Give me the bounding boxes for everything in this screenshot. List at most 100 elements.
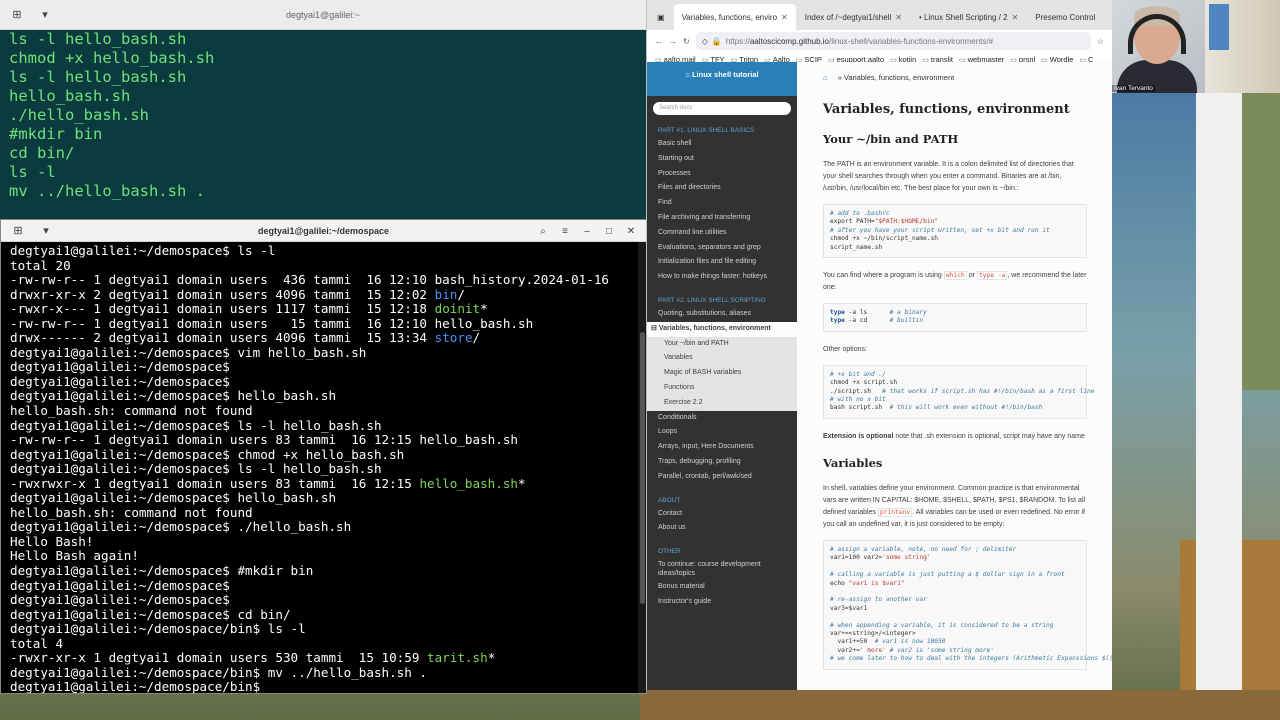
browser-window[interactable]: ▣ Variables, functions, enviro ✕ Index of… (646, 0, 1112, 690)
new-tab-icon[interactable]: ⊞ (7, 222, 29, 240)
url-field[interactable]: ◇ 🔒 https://aaltoscicomp.github.io/linux… (695, 32, 1091, 50)
webcam-background (1205, 0, 1280, 93)
terminal-line: -rw-rw-r-- 1 degtyai1 domain users 15 ta… (10, 316, 646, 332)
sidebar-item[interactable]: Functions (647, 380, 797, 396)
terminal-text: degtyai1@galilei:~/demospace$ hello_bash… (10, 388, 337, 404)
terminal-text: degtyai1@galilei:~/demospace$ (10, 592, 230, 608)
new-tab-icon[interactable]: ⊞ (6, 6, 28, 24)
inline-code-which: which (943, 271, 967, 281)
sidebar-section-about: ABOUT (658, 496, 681, 504)
code-block-run[interactable]: # +x bit and ./ chmod +x script.sh ./scr… (823, 364, 1095, 419)
terminal-text: total 20 (10, 257, 71, 273)
code-block-variables[interactable]: # assign a variable, note, no need for ;… (823, 539, 1112, 670)
sidebar-item[interactable]: File archiving and transferring (647, 211, 797, 226)
sidebar-item[interactable]: Basic shell (647, 137, 797, 152)
close-icon[interactable]: ✕ (622, 222, 640, 240)
terminal-line: degtyai1@galilei:~/demospace/bin$ (10, 680, 646, 693)
terminal-text: tarit.sh (427, 650, 488, 666)
tab-linux-shell[interactable]: • Linux Shell Scripting / 2 ✕ (911, 4, 1026, 30)
terminal-text: total 4 (10, 635, 64, 651)
code-block-type[interactable]: type -a ls # a binary type -a cd # built… (823, 303, 1087, 332)
minimize-icon[interactable]: – (578, 222, 596, 240)
sidebar-item[interactable]: Processes (647, 167, 797, 182)
sidebar-item[interactable]: To continue: course development ideas/to… (647, 558, 797, 580)
close-icon[interactable]: ✕ (895, 13, 902, 22)
terminal-line: degtyai1@galilei:~/demospace$ (10, 360, 646, 375)
sidebar-item[interactable]: Evaluations, separators and grep (647, 241, 797, 256)
chevron-down-icon[interactable]: ▾ (35, 222, 57, 240)
sidebar-item[interactable]: Files and directories (647, 181, 797, 196)
sidebar-item[interactable]: Contact (647, 507, 797, 522)
tab-presemo[interactable]: Presemo Control (1027, 4, 1103, 30)
docs-search-input[interactable]: Search docs (653, 102, 791, 115)
presenter-name: Ivan Tervanto (1112, 85, 1155, 92)
close-icon[interactable]: ✕ (1012, 13, 1019, 22)
sidebar-item[interactable]: Variables (647, 351, 797, 367)
terminal-line: ./hello_bash.sh (9, 106, 149, 124)
terminal-top-titlebar[interactable]: ⊞ ▾ degtyai1@galilei:~ (0, 0, 646, 30)
terminal-window-top[interactable]: ⊞ ▾ degtyai1@galilei:~ ls -l hello_bash.… (0, 0, 646, 230)
terminal-line: ls -l hello_bash.sh (9, 68, 187, 86)
lock-icon: 🔒 (711, 36, 722, 46)
terminal-line: drwxr-xr-x 2 degtyai1 domain users 4096 … (10, 287, 646, 303)
docs-page: ⌂ Linux shell tutorial Search docs PART … (647, 62, 1112, 690)
terminal-scrollbar[interactable] (638, 242, 646, 693)
back-icon[interactable]: ← (655, 37, 663, 46)
tab-variables[interactable]: Variables, functions, enviro ✕ (673, 4, 796, 30)
terminal-line: hello_bash.sh (9, 87, 131, 105)
sidebar-item[interactable]: Quoting, substitutions, aliases (647, 307, 797, 322)
terminal-bottom-titlebar[interactable]: ⊞ ▾ degtyai1@galilei:~/demospace ⌕ ≡ – □… (1, 220, 646, 242)
docs-brand[interactable]: ⌂ Linux shell tutorial (647, 62, 797, 96)
sidebar-item[interactable]: Magic of BASH variables (647, 366, 797, 381)
terminal-text: -rwxr-x--- 1 degtyai1 domain users 1117 … (10, 301, 435, 317)
sidebar-item[interactable]: Parallel, crontab, perl/awk/sed (647, 470, 797, 485)
terminal-window-bottom[interactable]: ⊞ ▾ degtyai1@galilei:~/demospace ⌕ ≡ – □… (0, 219, 647, 694)
code-block-bashrc[interactable]: # add to .bashrc export PATH="$PATH:$HOM… (823, 204, 1087, 259)
terminal-line: drwx------ 2 degtyai1 domain users 4096 … (10, 331, 646, 346)
home-icon[interactable]: ⌂ (823, 73, 828, 82)
sidebar-item[interactable]: Exercise 2.2 (647, 395, 797, 411)
sidebar-item[interactable]: Command line utilities (647, 226, 797, 241)
sidebar-item[interactable]: About us (647, 521, 797, 536)
terminal-bottom-output[interactable]: degtyai1@galilei:~/demospace$ ls -l total… (1, 242, 646, 693)
tab-label: Presemo Control (1035, 12, 1096, 22)
tab-list-icon[interactable]: ▣ (649, 4, 673, 30)
sidebar-item[interactable]: Instructor's guide (647, 595, 797, 610)
page-title: Variables, functions, environment (823, 102, 1070, 117)
sidebar-item[interactable]: Traps, debugging, profiling (647, 455, 797, 470)
terminal-text: -rw-rw-r-- 1 degtyai1 domain users 83 ta… (10, 432, 518, 448)
star-icon[interactable]: ☆ (1097, 37, 1104, 46)
paragraph-find: You can find where a program is using wh… (823, 270, 1087, 294)
sidebar-item[interactable]: Your ~/bin and PATH (647, 336, 797, 352)
tab-index[interactable]: Index of /~degtyai1/shell ✕ (797, 4, 910, 30)
terminal-line: -rwxrwxr-x 1 degtyai1 domain users 83 ta… (10, 476, 646, 492)
chevron-down-icon[interactable]: ▾ (34, 6, 56, 24)
terminal-text: degtyai1@galilei:~/demospace$ chmod +x h… (10, 446, 405, 462)
terminal-line: degtyai1@galilei:~/demospace$ (10, 374, 646, 390)
sidebar-item[interactable]: Starting out (647, 152, 797, 167)
sidebar-item[interactable]: Arrays, input, Here Documents (647, 440, 797, 455)
inline-code-printenv: printenv (877, 507, 913, 517)
terminal-text: / (472, 330, 481, 346)
terminal-line: chmod +x hello_bash.sh (9, 49, 215, 67)
menu-icon[interactable]: ≡ (556, 222, 574, 240)
sidebar-item[interactable]: Loops (647, 425, 797, 440)
sidebar-item[interactable]: Conditionals (647, 411, 797, 426)
maximize-icon[interactable]: □ (600, 222, 618, 240)
sidebar-item[interactable]: How to make things faster: hotkeys (647, 270, 797, 285)
sidebar-item[interactable]: Initialization files and file editing (647, 255, 797, 270)
forward-icon[interactable]: → (669, 37, 677, 46)
reload-icon[interactable]: ↻ (683, 37, 690, 46)
breadcrumb: ⌂ » Variables, functions, environment (823, 73, 955, 82)
terminal-top-output[interactable]: ls -l hello_bash.sh chmod +x hello_bash.s… (0, 30, 646, 201)
sidebar-item[interactable]: Find (647, 196, 797, 211)
sidebar-item-current[interactable]: ⊟ Variables, functions, environment (647, 321, 797, 337)
sidebar-item[interactable]: Bonus material (647, 580, 797, 595)
terminal-line: total 4 (10, 635, 646, 652)
tab-label: Variables, functions, enviro (681, 12, 778, 22)
terminal-line: #mkdir bin (9, 125, 103, 143)
terminal-text: degtyai1@galilei:~/demospace$ ls -l hell… (10, 461, 382, 477)
terminal-line: Hello Bash again! (10, 549, 646, 564)
close-icon[interactable]: ✕ (781, 13, 788, 22)
search-icon[interactable]: ⌕ (534, 222, 552, 240)
